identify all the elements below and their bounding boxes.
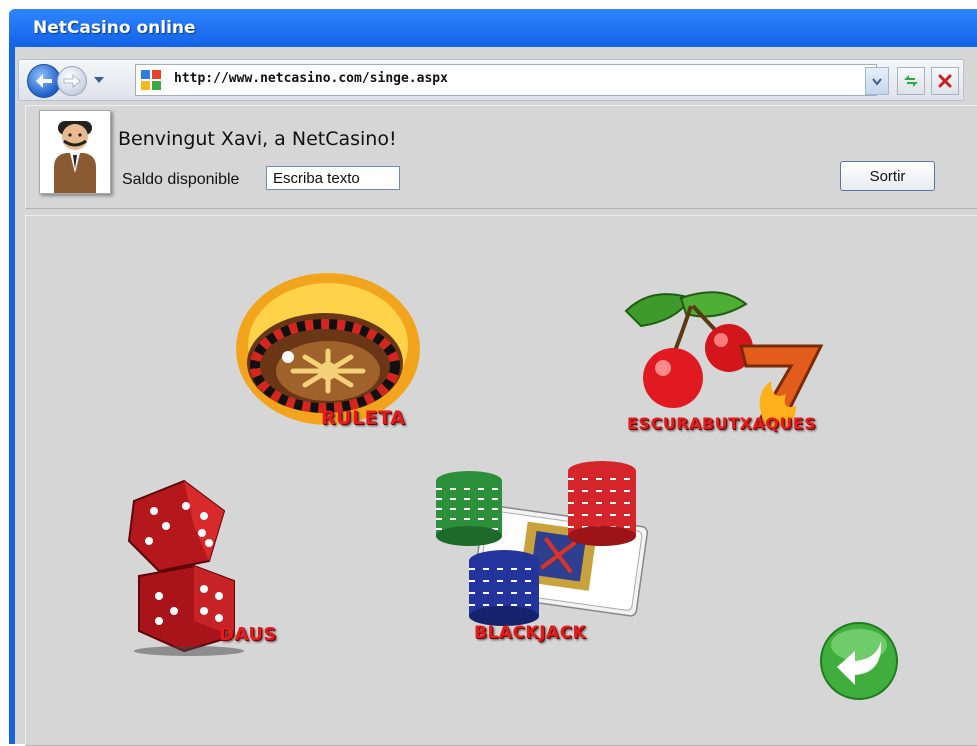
title-bar: NetCasino online [9, 9, 977, 47]
logout-button[interactable]: Sortir [840, 161, 935, 191]
game-roulette[interactable]: RULETA [233, 271, 448, 436]
refresh-icon [904, 75, 918, 87]
game-label-blackjack: BLACKJACK [474, 623, 587, 643]
site-favicon-icon [141, 70, 161, 90]
user-header: Benvingut Xavi, a NetCasino! Saldo dispo… [25, 105, 977, 209]
avatar [39, 110, 111, 194]
balance-label: Saldo disponible [122, 171, 240, 188]
chevron-down-icon [872, 77, 882, 85]
slot-machine-icon [624, 291, 824, 426]
cards-chips-icon [436, 461, 649, 626]
forward-arrow-icon [63, 74, 81, 88]
refresh-button[interactable] [897, 67, 925, 95]
game-label-roulette: RULETA [321, 407, 406, 429]
url-text: http://www.netcasino.com/singe.aspx [174, 71, 448, 86]
games-panel: RULETA ESCURABUTXAQUES DAUS BLACKJACK [25, 215, 977, 746]
history-dropdown[interactable] [91, 70, 107, 90]
window-title: NetCasino online [33, 18, 196, 38]
address-bar: http://www.netcasino.com/singe.aspx [18, 59, 964, 101]
game-slot-machine[interactable]: ESCURABUTXAQUES [621, 286, 846, 446]
user-avatar-icon [54, 121, 96, 193]
game-label-dice: DAUS [219, 624, 277, 645]
balance-field[interactable]: Escriba texto [266, 166, 400, 190]
back-arrow-icon [820, 622, 898, 700]
url-dropdown-button[interactable] [865, 67, 889, 95]
game-dice[interactable]: DAUS [124, 471, 314, 661]
stop-button[interactable] [931, 67, 959, 95]
url-input[interactable]: http://www.netcasino.com/singe.aspx [135, 64, 877, 96]
back-button[interactable] [27, 64, 61, 98]
game-blackjack[interactable]: BLACKJACK [434, 461, 659, 651]
game-label-slot-machine: ESCURABUTXAQUES [627, 414, 817, 433]
browser-client-area: http://www.netcasino.com/singe.aspx Benv… [15, 47, 977, 746]
close-icon [938, 74, 952, 88]
back-navigation-button[interactable] [819, 621, 899, 701]
back-arrow-icon [36, 74, 52, 88]
browser-window: NetCasino online http://www.netcasino.co… [9, 9, 977, 746]
forward-button[interactable] [57, 66, 87, 96]
welcome-message: Benvingut Xavi, a NetCasino! [118, 128, 397, 150]
chevron-down-icon [94, 77, 104, 83]
